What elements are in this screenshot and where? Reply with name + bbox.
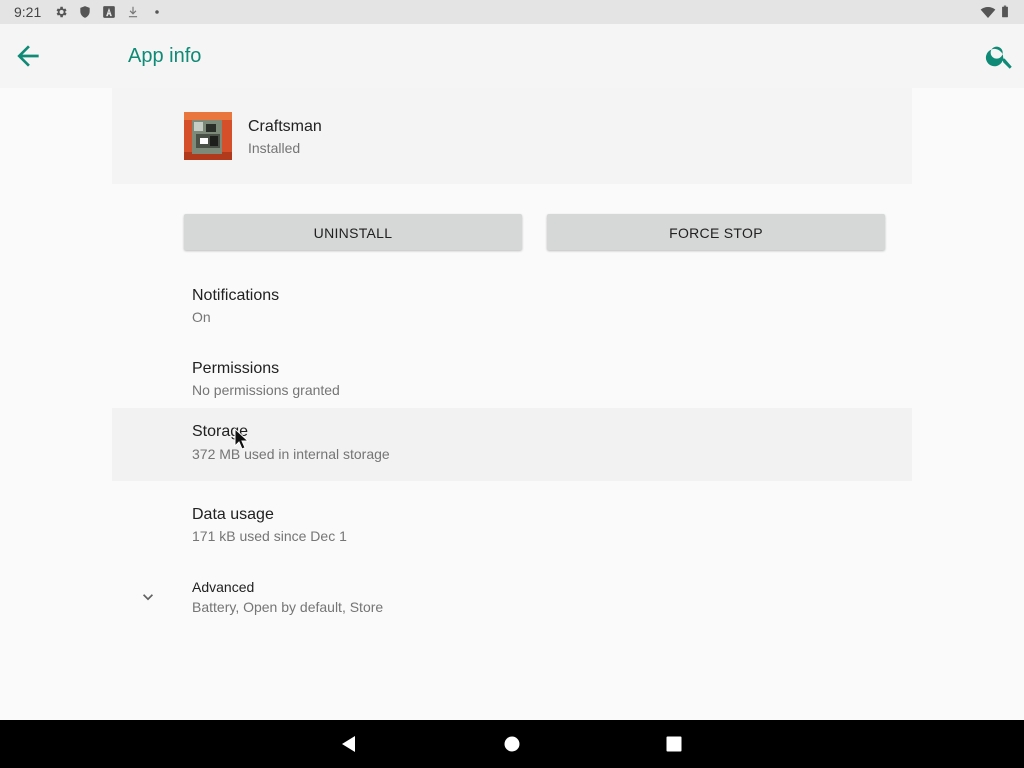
- force-stop-button[interactable]: FORCE STOP: [547, 214, 885, 250]
- pref-summary: 372 MB used in internal storage: [192, 446, 390, 462]
- pref-title: Advanced: [192, 579, 255, 595]
- chevron-down-icon: [143, 594, 153, 601]
- gear-icon: [56, 6, 67, 18]
- pref-summary: On: [192, 309, 211, 325]
- back-triangle-icon[interactable]: [337, 732, 361, 756]
- mouse-cursor-icon: [234, 428, 250, 450]
- pref-title: Data usage: [192, 506, 274, 523]
- page-title: App info: [128, 45, 202, 67]
- search-icon: [985, 46, 1012, 69]
- status-bar: 9:21: [0, 0, 1024, 24]
- app-info-content: Craftsman Installed UNINSTALL FORCE STOP…: [0, 88, 1024, 720]
- arrow-left-icon: [17, 45, 39, 67]
- pref-title: Permissions: [192, 360, 280, 377]
- home-circle-icon[interactable]: [500, 732, 524, 756]
- app-name: Craftsman: [248, 118, 322, 135]
- recents-square-icon[interactable]: [662, 732, 686, 756]
- pref-summary: No permissions granted: [192, 382, 340, 398]
- app-install-status: Installed: [248, 140, 301, 156]
- dot-icon: [155, 10, 159, 14]
- a-box-icon: [103, 6, 115, 18]
- pref-notifications[interactable]: Notifications On: [112, 277, 912, 349]
- pref-storage[interactable]: Storage 372 MB used in internal storage: [112, 408, 912, 481]
- back-button[interactable]: [12, 40, 44, 72]
- pref-title: Notifications: [192, 287, 280, 304]
- wifi-icon: [980, 7, 996, 18]
- pref-data-usage[interactable]: Data usage 171 kB used since Dec 1: [112, 496, 912, 568]
- uninstall-button[interactable]: UNINSTALL: [184, 214, 522, 250]
- app-header: Craftsman Installed: [112, 88, 912, 184]
- status-time: 9:21: [14, 4, 42, 20]
- navigation-bar: [0, 720, 1024, 768]
- shield-icon: [80, 6, 90, 18]
- battery-icon: [1002, 5, 1008, 18]
- pref-summary: 171 kB used since Dec 1: [192, 528, 347, 544]
- download-icon: [128, 6, 138, 18]
- craftsman-app-icon: [184, 112, 232, 160]
- app-bar: App info: [0, 24, 1024, 88]
- pref-advanced[interactable]: Advanced Battery, Open by default, Store: [112, 569, 912, 641]
- search-button[interactable]: [984, 40, 1016, 72]
- pref-summary: Battery, Open by default, Store: [192, 599, 384, 615]
